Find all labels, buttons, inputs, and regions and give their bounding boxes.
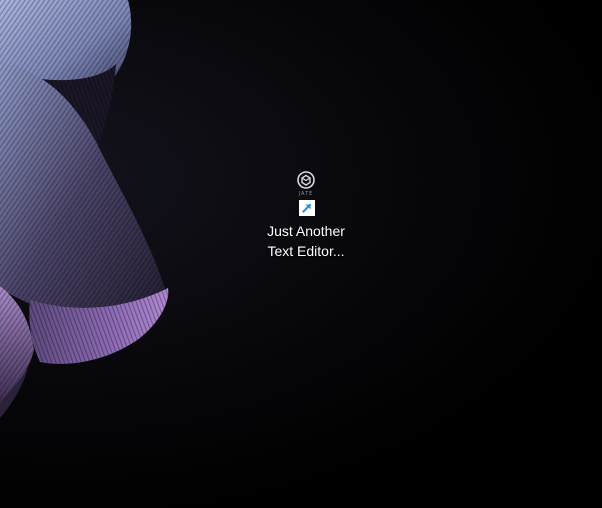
shortcut-label[interactable]: Just Another Text Editor... [258,221,354,261]
jate-app-logo-icon [297,171,315,189]
desktop-shortcut-just-another-text-editor[interactable]: JATE Just Another Text Editor... [258,168,354,261]
logo-caption: JATE [298,191,314,197]
shortcut-icon[interactable]: JATE [282,168,330,216]
shortcut-label-line1: Just Another [267,223,345,239]
shortcut-label-line2: Text Editor... [267,243,345,259]
desktop[interactable]: JATE Just Another Text Editor... [0,0,602,508]
shortcut-arrow-icon [299,200,315,216]
